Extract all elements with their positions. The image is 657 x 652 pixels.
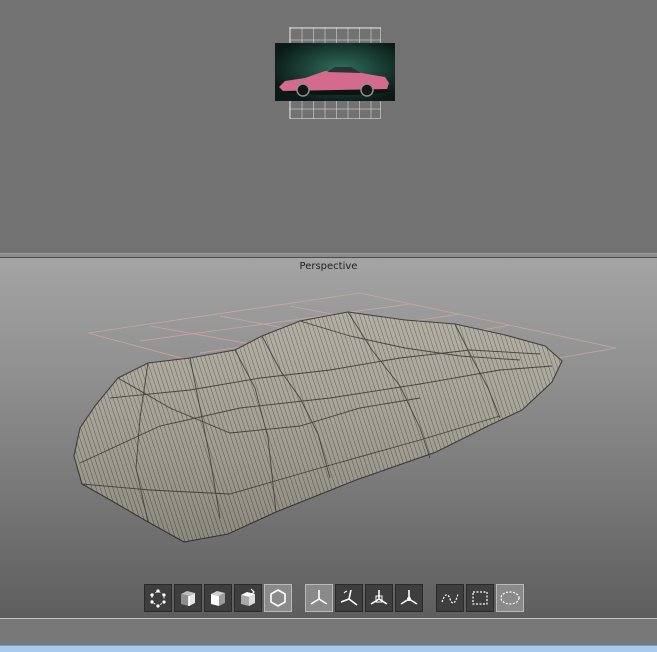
vertex-mode-icon <box>150 589 166 608</box>
car-mesh-wireframe[interactable] <box>0 258 657 618</box>
face-mode-button[interactable] <box>204 584 232 612</box>
transform-mode-toolbar <box>305 584 423 612</box>
vertex-mode-button[interactable] <box>144 584 172 612</box>
car-reference-image[interactable] <box>275 43 395 101</box>
ellipse-select-icon <box>500 591 520 605</box>
axis-scale-button[interactable] <box>365 584 393 612</box>
lasso-select-button[interactable] <box>436 584 464 612</box>
object-mode-icon <box>241 588 255 606</box>
status-bar <box>0 645 657 652</box>
axis-move-icon <box>310 590 328 605</box>
hexagon-mode-button[interactable] <box>264 584 292 612</box>
perspective-viewport[interactable]: Perspective <box>0 258 657 618</box>
axis-rotate-icon <box>340 589 358 606</box>
object-mode-button[interactable] <box>234 584 262 612</box>
bottom-panel <box>0 618 657 645</box>
face-mode-icon <box>211 591 225 606</box>
lasso-select-icon <box>441 593 459 604</box>
axis-scale-icon <box>370 590 388 605</box>
edge-mode-button[interactable] <box>174 584 202 612</box>
axis-rotate-button[interactable] <box>335 584 363 612</box>
component-mode-toolbar <box>144 584 292 612</box>
rectangle-select-icon <box>472 591 488 605</box>
ellipse-select-button[interactable] <box>496 584 524 612</box>
edge-mode-icon <box>181 591 195 606</box>
axis-move-button[interactable] <box>305 584 333 612</box>
axis-universal-button[interactable] <box>395 584 423 612</box>
rectangle-select-button[interactable] <box>466 584 494 612</box>
axis-universal-icon <box>400 590 418 605</box>
hexagon-mode-icon <box>270 589 286 607</box>
top-viewport[interactable] <box>0 0 657 253</box>
selection-mode-toolbar <box>436 584 524 612</box>
